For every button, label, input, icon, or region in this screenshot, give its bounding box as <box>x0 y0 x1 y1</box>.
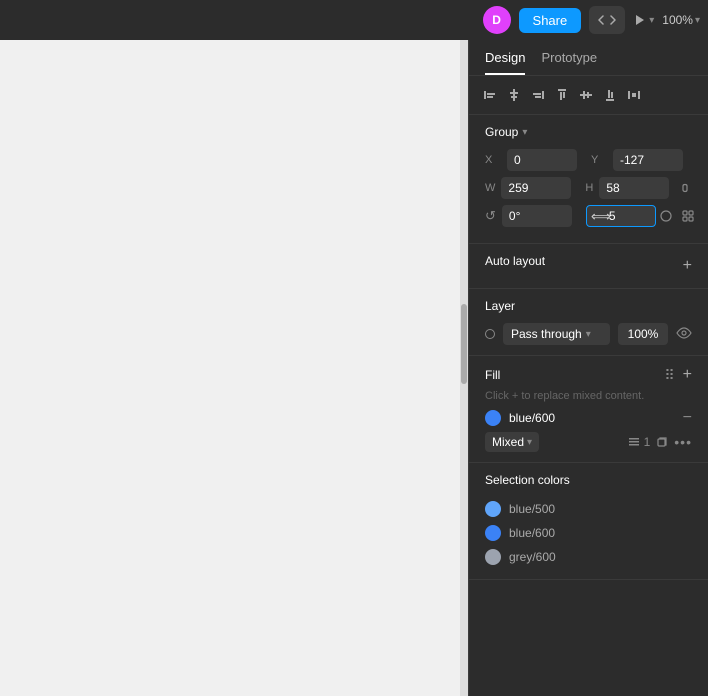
wh-row: W H <box>485 177 692 199</box>
eye-icon <box>676 327 692 339</box>
h-input[interactable] <box>599 177 669 199</box>
selection-colors-title: Selection colors <box>485 473 692 487</box>
align-vertical-center-button[interactable] <box>577 86 595 104</box>
fill-section: Fill ⠿ + Click + to replace mixed conten… <box>469 356 708 463</box>
sel-color-item-1: blue/600 <box>485 521 692 545</box>
fill-color-name: blue/600 <box>509 411 675 425</box>
fill-color-swatch[interactable] <box>485 410 501 426</box>
align-bottom-button[interactable] <box>601 86 619 104</box>
xy-row: X Y <box>485 149 692 171</box>
layer-mode-icon <box>485 329 495 339</box>
distribute-button[interactable] <box>625 86 643 104</box>
align-top-button[interactable] <box>553 86 571 104</box>
x-input[interactable] <box>507 149 577 171</box>
main-area: Design Prototype <box>0 40 708 696</box>
y-label: Y <box>591 154 607 166</box>
auto-layout-section: Auto layout + <box>469 244 708 289</box>
align-horizontal-center-button[interactable] <box>505 86 523 104</box>
fill-actions: ⠿ + <box>664 366 692 384</box>
add-fill-button[interactable]: + <box>683 366 692 384</box>
w-input[interactable] <box>501 177 571 199</box>
right-panel: Design Prototype <box>468 40 708 696</box>
scrollbar-thumb[interactable] <box>461 304 467 384</box>
w-label: W <box>485 182 495 194</box>
fill-header: Fill ⠿ + <box>485 366 692 384</box>
auto-layout-title: Auto layout <box>485 254 545 268</box>
y-input[interactable] <box>613 149 683 171</box>
remove-fill-button[interactable]: − <box>683 410 692 426</box>
rotation-input[interactable] <box>502 205 572 227</box>
sel-color-swatch-1[interactable] <box>485 525 501 541</box>
align-left-button[interactable] <box>481 86 499 104</box>
x-label: X <box>485 154 501 166</box>
layer-row: Pass through ▾ <box>485 323 692 345</box>
layer-mode-button[interactable]: Pass through ▾ <box>503 323 610 345</box>
corner-radius-input[interactable] <box>586 205 656 227</box>
play-button[interactable]: ▾ <box>633 13 654 27</box>
group-title: Group ▾ <box>485 125 692 139</box>
mixed-count: 1 <box>628 435 669 449</box>
visibility-button[interactable] <box>676 326 692 342</box>
code-view-button[interactable] <box>589 6 625 34</box>
mixed-row: Mixed ▾ 1 ••• <box>485 432 692 452</box>
sel-color-swatch-0[interactable] <box>485 501 501 517</box>
align-bottom-icon <box>603 88 617 102</box>
align-hcenter-icon <box>507 88 521 102</box>
rotation-label: ↺ <box>485 208 496 224</box>
layer-section: Layer Pass through ▾ <box>469 289 708 356</box>
zoom-control[interactable]: 100% ▾ <box>662 13 700 27</box>
more-options-button[interactable]: ••• <box>674 434 692 450</box>
mixed-button[interactable]: Mixed ▾ <box>485 432 539 452</box>
align-right-icon <box>531 88 545 102</box>
layer-title: Layer <box>485 299 692 313</box>
code-icon <box>598 14 616 26</box>
alignment-toolbar <box>469 76 708 115</box>
corner-type-button[interactable] <box>658 208 674 224</box>
fill-grid-button[interactable]: ⠿ <box>664 366 674 384</box>
sel-color-name-2: grey/600 <box>509 550 556 564</box>
sel-color-name-1: blue/600 <box>509 526 555 540</box>
rotation-corner-row: ↺ ⟺ <box>485 205 692 227</box>
constrain-proportions-button[interactable] <box>677 179 693 197</box>
selection-colors-section: Selection colors blue/500 blue/600 grey/… <box>469 463 708 580</box>
canvas[interactable] <box>0 40 468 696</box>
sel-color-item-0: blue/500 <box>485 497 692 521</box>
align-vcenter-icon <box>579 88 593 102</box>
share-button[interactable]: Share <box>519 8 582 33</box>
tab-prototype[interactable]: Prototype <box>541 50 597 75</box>
sel-color-name-0: blue/500 <box>509 502 555 516</box>
play-icon <box>633 13 647 27</box>
avatar: D <box>483 6 511 34</box>
distribute-icon <box>627 88 641 102</box>
sel-color-swatch-2[interactable] <box>485 549 501 565</box>
sel-color-item-2: grey/600 <box>485 545 692 569</box>
scrollbar[interactable] <box>460 40 468 696</box>
group-section: Group ▾ X Y W H <box>469 115 708 244</box>
align-left-icon <box>483 88 497 102</box>
fill-title: Fill <box>485 368 500 382</box>
align-right-button[interactable] <box>529 86 547 104</box>
panel-tabs: Design Prototype <box>469 40 708 76</box>
align-top-icon <box>555 88 569 102</box>
fill-item: blue/600 − <box>485 410 692 426</box>
link-icon <box>679 181 691 195</box>
tab-design[interactable]: Design <box>485 50 525 75</box>
corner-icon <box>660 210 672 222</box>
individual-corners-button[interactable] <box>680 208 696 224</box>
h-label: H <box>585 182 593 194</box>
corners-icon <box>682 210 694 222</box>
list-icon <box>628 436 640 448</box>
topbar: D Share ▾ 100% ▾ <box>0 0 708 40</box>
copy-icon <box>656 436 668 448</box>
fill-hint: Click + to replace mixed content. <box>485 390 692 402</box>
opacity-input[interactable] <box>618 323 668 345</box>
add-auto-layout-button[interactable]: + <box>683 257 692 275</box>
